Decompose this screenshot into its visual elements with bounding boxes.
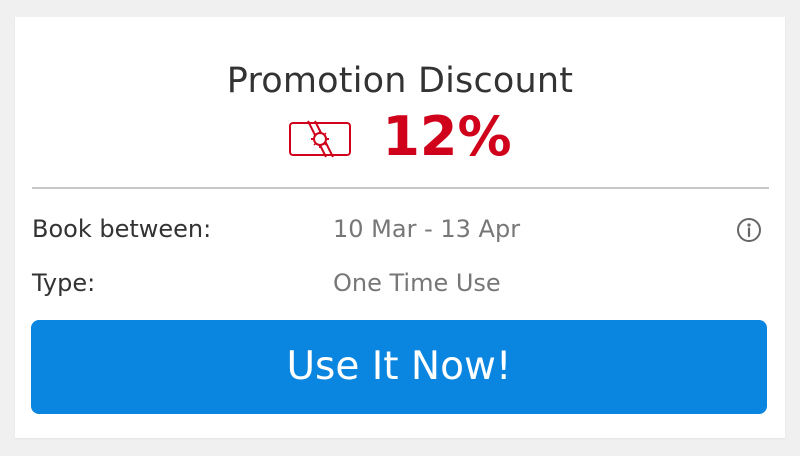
promotion-title: Promotion Discount xyxy=(226,61,574,101)
divider xyxy=(32,187,769,189)
info-icon[interactable] xyxy=(736,217,762,243)
discount-row: 12% xyxy=(15,105,785,169)
book-between-value: 10 Mar - 13 Apr xyxy=(333,215,521,243)
type-value: One Time Use xyxy=(333,269,501,297)
coupon-icon xyxy=(289,120,352,158)
use-it-now-button[interactable]: Use It Now! xyxy=(31,320,767,414)
book-between-label: Book between: xyxy=(32,215,212,243)
promotion-card: Promotion Discount 12% Book between: 10 … xyxy=(15,17,785,438)
discount-value: 12% xyxy=(382,105,512,168)
type-label: Type: xyxy=(32,269,96,297)
